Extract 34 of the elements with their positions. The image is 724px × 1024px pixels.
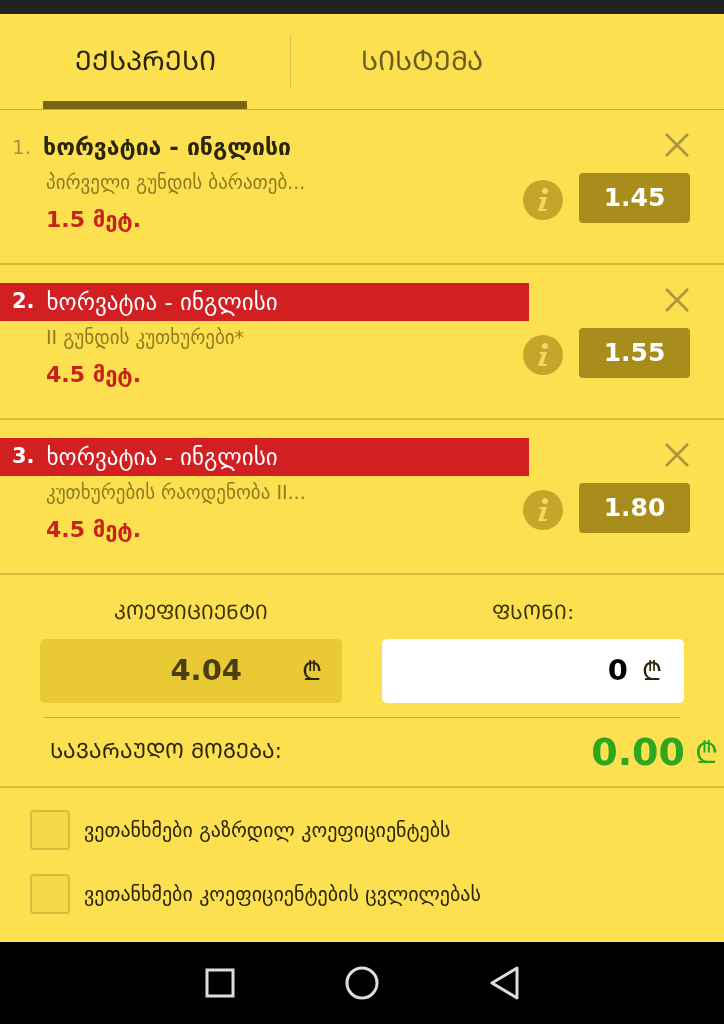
odds-button[interactable]: 1.55 [579,328,690,378]
back-icon[interactable] [489,966,519,1000]
match-name: ხორვატია - ინგლისი [46,442,278,473]
match-name: ხორვატია - ინგლისი [46,287,278,318]
coefficient-label: ᲙᲝᲔᲤᲘᲪᲘᲔᲜᲢᲘ [114,599,268,626]
checkbox-label: ვეთანხმები კოეფიციენტების ცვლილებას [84,881,481,908]
tab[interactable]: ᲔᲥᲡᲞᲠᲔᲡᲘ [43,14,247,109]
close-icon[interactable] [664,442,690,468]
info-icon[interactable] [523,490,563,530]
bet-number: 3. [12,443,35,471]
coefficient-display: 4.04 ₾ [40,639,342,703]
bet-number: 1. [12,134,32,161]
tab[interactable]: ᲡᲘᲡᲢᲔᲛᲐ [351,14,493,109]
close-icon[interactable] [664,287,690,313]
currency-sign: ₾ [695,733,718,772]
outcome-label: 1.5 მეტ. [45,205,143,234]
match-name: ხორვატია - ინგლისი [43,132,291,162]
checkbox[interactable] [30,810,70,850]
odds-button[interactable]: 1.80 [579,483,690,533]
checkbox[interactable] [30,874,70,914]
stake-input[interactable]: 0 ₾ [382,639,684,703]
outcome-label: 4.5 მეტ. [45,515,143,544]
potential-win-label: ᲡᲐᲕᲐᲠᲐᲣᲓᲝ ᲛᲝᲒᲔᲑᲐ: [50,738,282,766]
home-icon[interactable] [345,966,379,1000]
info-icon[interactable] [523,180,563,220]
odds-button[interactable]: 1.45 [579,173,690,223]
outcome-label: 4.5 მეტ. [45,360,143,389]
stake-label: ᲤᲡᲝᲜᲘ: [492,599,574,626]
info-icon[interactable] [523,335,563,375]
close-icon[interactable] [664,132,690,158]
recents-icon[interactable] [205,968,235,998]
bet-number: 2. [12,288,35,316]
checkbox-label: ვეთანხმები გაზრდილ კოეფიციენტებს [84,817,451,844]
potential-win-value: 0.00 [591,728,685,776]
